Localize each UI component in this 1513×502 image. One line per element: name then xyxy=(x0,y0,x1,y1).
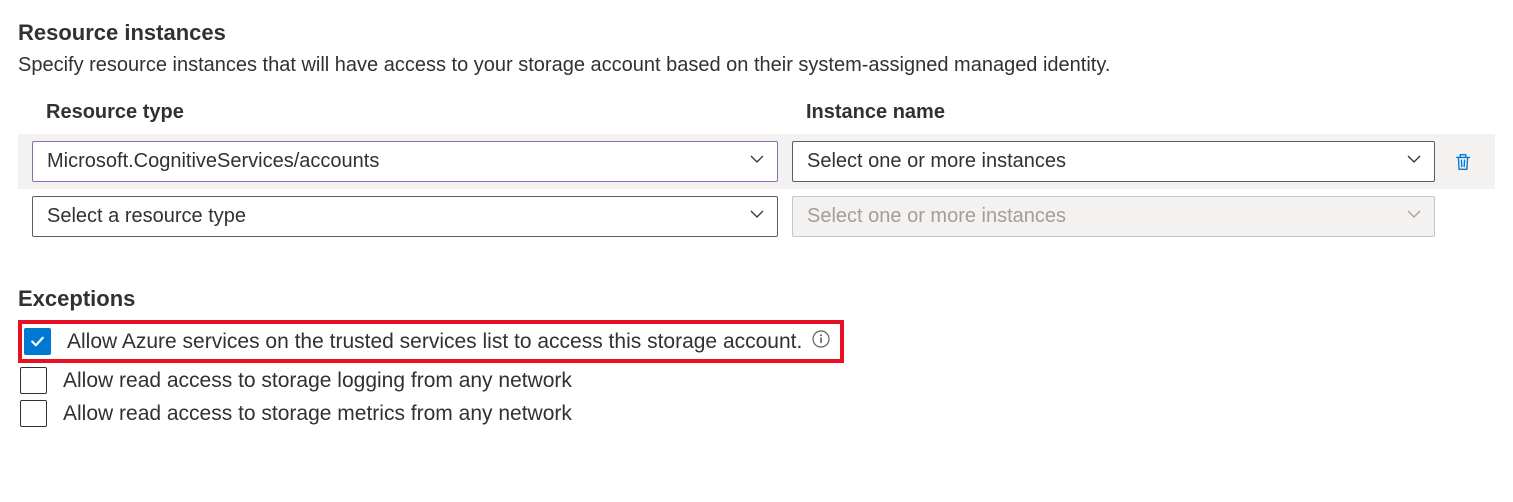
check-icon xyxy=(29,333,46,350)
exceptions-section: Exceptions Allow Azure services on the t… xyxy=(18,286,1495,427)
header-resource-type: Resource type xyxy=(46,101,806,124)
checkbox-label: Allow read access to storage metrics fro… xyxy=(63,402,572,426)
chevron-down-icon xyxy=(1406,150,1422,173)
checkbox-label: Allow read access to storage logging fro… xyxy=(63,369,572,393)
resource-type-dropdown[interactable]: Microsoft.CognitiveServices/accounts xyxy=(32,141,778,182)
dropdown-placeholder: Select one or more instances xyxy=(807,150,1066,173)
dropdown-placeholder: Select a resource type xyxy=(47,205,246,228)
dropdown-placeholder: Select one or more instances xyxy=(807,205,1066,228)
instance-name-dropdown[interactable]: Select one or more instances xyxy=(792,141,1435,182)
info-icon[interactable] xyxy=(802,330,830,354)
instance-name-dropdown: Select one or more instances xyxy=(792,196,1435,237)
resource-instances-section: Resource instances Specify resource inst… xyxy=(18,20,1495,244)
resource-instances-description: Specify resource instances that will hav… xyxy=(18,54,1495,77)
dropdown-value: Microsoft.CognitiveServices/accounts xyxy=(47,150,379,173)
chevron-down-icon xyxy=(1406,205,1422,228)
checkbox-trusted-services[interactable] xyxy=(24,328,51,355)
checkbox-row: Allow read access to storage metrics fro… xyxy=(18,400,1495,427)
chevron-down-icon xyxy=(749,205,765,228)
checkbox-label: Allow Azure services on the trusted serv… xyxy=(67,330,802,354)
trash-icon xyxy=(1452,151,1474,173)
checkbox-row: Allow read access to storage logging fro… xyxy=(18,367,1495,394)
resource-instances-table: Resource type Instance name Microsoft.Co… xyxy=(18,101,1495,244)
table-row: Select a resource type Select one or mor… xyxy=(18,189,1495,244)
chevron-down-icon xyxy=(749,150,765,173)
table-row: Microsoft.CognitiveServices/accounts Sel… xyxy=(18,134,1495,189)
table-headers: Resource type Instance name xyxy=(18,101,1495,134)
resource-type-dropdown[interactable]: Select a resource type xyxy=(32,196,778,237)
delete-row-button[interactable] xyxy=(1445,151,1481,173)
checkbox-storage-metrics[interactable] xyxy=(20,400,47,427)
header-instance-name: Instance name xyxy=(806,101,1481,124)
checkbox-storage-logging[interactable] xyxy=(20,367,47,394)
resource-instances-title: Resource instances xyxy=(18,20,1495,46)
exceptions-title: Exceptions xyxy=(18,286,1495,312)
checkbox-row-highlighted: Allow Azure services on the trusted serv… xyxy=(18,320,844,363)
